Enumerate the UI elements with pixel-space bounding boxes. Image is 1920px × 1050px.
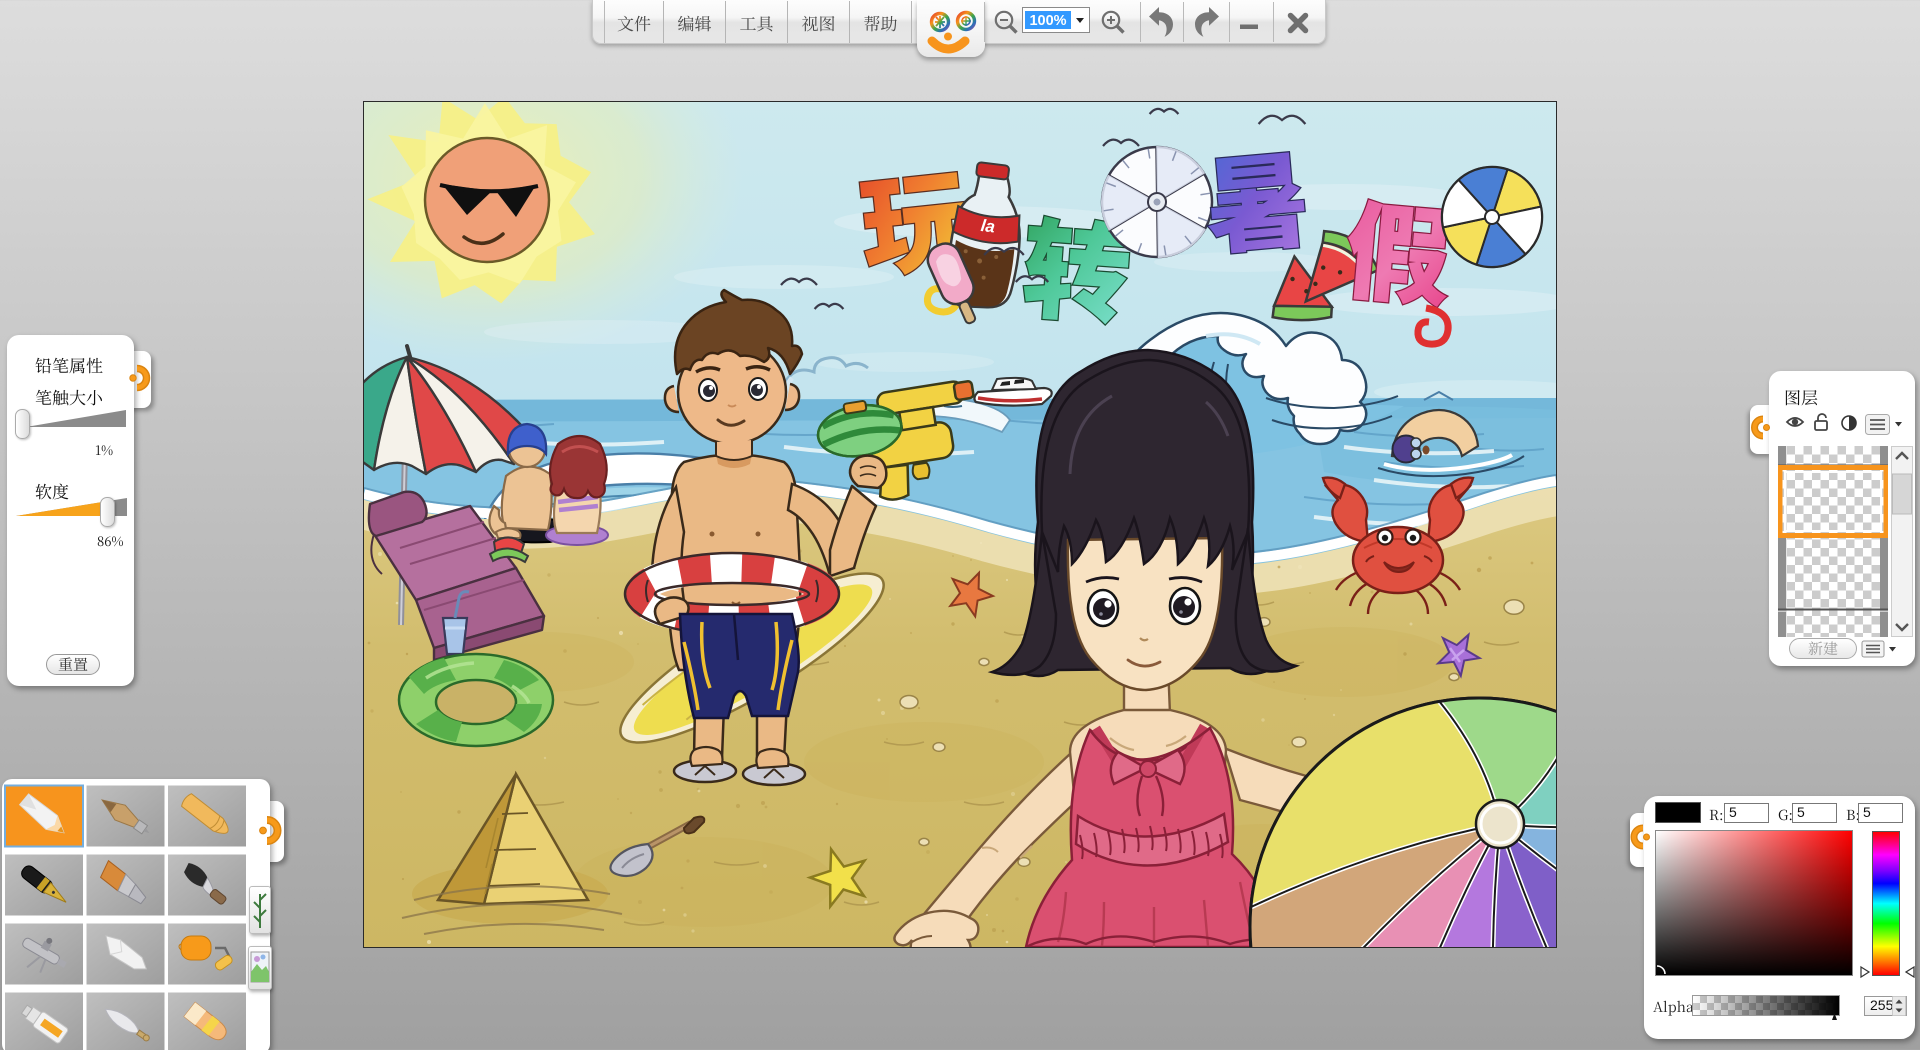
svg-text:la: la bbox=[980, 216, 996, 237]
svg-text:暑: 暑 bbox=[1198, 116, 1315, 275]
svg-text:100%: 100% bbox=[1029, 13, 1066, 29]
svg-text:假: 假 bbox=[1340, 166, 1459, 329]
